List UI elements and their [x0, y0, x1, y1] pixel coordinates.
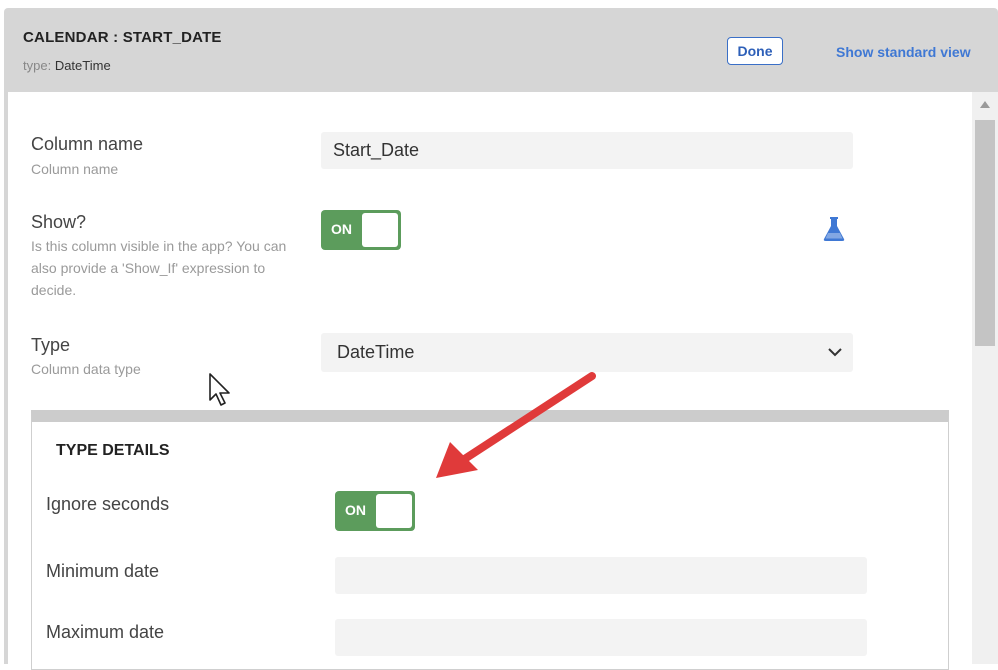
- show-label: Show?: [31, 212, 87, 232]
- type-key: type:: [23, 58, 52, 73]
- flask-icon[interactable]: [823, 216, 845, 242]
- type-select-value: DateTime: [337, 342, 415, 362]
- minimum-date-input[interactable]: [335, 557, 867, 594]
- column-name-label: Column name: [31, 134, 144, 154]
- column-name-description: Column name: [31, 161, 119, 177]
- chevron-down-icon: [828, 348, 842, 357]
- minimum-date-label: Minimum date: [46, 561, 160, 581]
- annotation-arrow-icon: [436, 372, 596, 478]
- show-standard-view-link[interactable]: Show standard view: [836, 44, 971, 60]
- toggle-knob: [362, 213, 398, 247]
- ignore-seconds-label: Ignore seconds: [46, 494, 170, 514]
- type-details-title: TYPE DETAILS: [56, 442, 170, 459]
- column-type-line: type: DateTime: [23, 58, 111, 73]
- type-label: Type: [31, 335, 71, 355]
- show-toggle-label: ON: [331, 221, 352, 237]
- scroll-up-arrow-icon[interactable]: [980, 101, 990, 108]
- ignore-seconds-toggle-label: ON: [345, 502, 366, 518]
- type-description: Column data type: [31, 361, 141, 377]
- vertical-scrollbar[interactable]: [972, 92, 998, 664]
- column-name-input[interactable]: Start_Date: [321, 132, 853, 169]
- ignore-seconds-toggle[interactable]: ON: [335, 491, 415, 531]
- maximum-date-input[interactable]: [335, 619, 867, 656]
- column-title: CALENDAR : START_DATE: [23, 29, 222, 46]
- show-description: Is this column visible in the app? You c…: [31, 238, 287, 298]
- mouse-cursor-icon: [209, 373, 230, 406]
- scroll-thumb[interactable]: [975, 120, 995, 346]
- column-name-value: Start_Date: [333, 140, 420, 160]
- maximum-date-label: Maximum date: [46, 622, 165, 642]
- show-toggle[interactable]: ON: [321, 210, 401, 250]
- toggle-knob: [376, 494, 412, 528]
- done-button[interactable]: Done: [727, 37, 783, 65]
- type-value: DateTime: [54, 58, 111, 73]
